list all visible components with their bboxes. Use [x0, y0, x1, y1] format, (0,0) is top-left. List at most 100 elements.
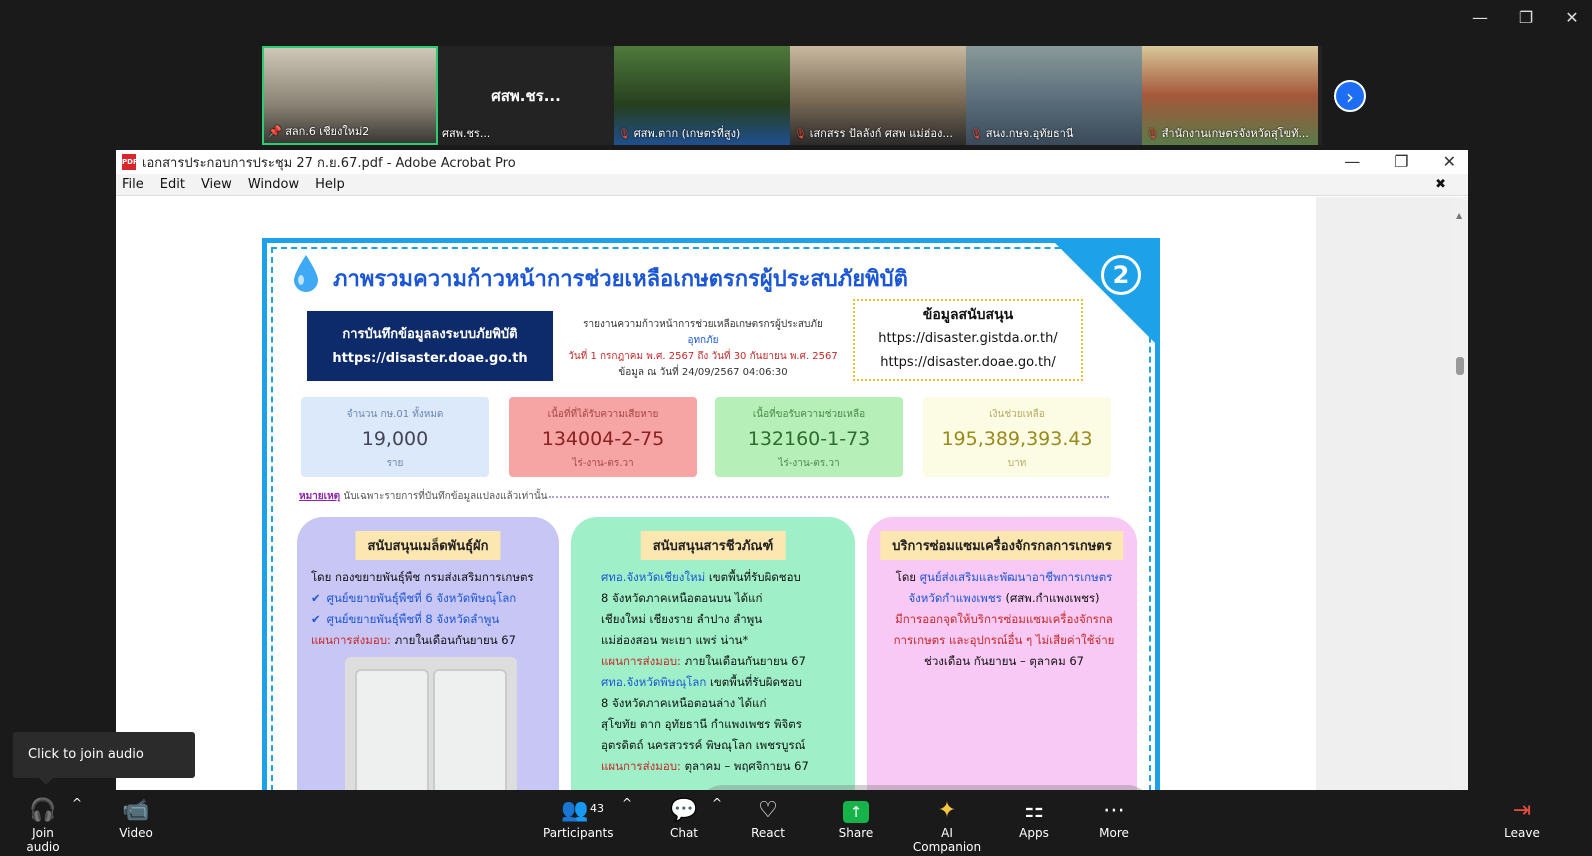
card-line: แม่ฮ่องสอน พะเยา แพร่ น่าน*	[601, 633, 749, 647]
card-line: มีการออกจุดให้บริการซ่อมแซมเครื่องจักรกล	[895, 612, 1113, 626]
support-link1[interactable]: https://disaster.gistda.or.th/	[855, 327, 1081, 351]
tile-name: 📌 สลก.6 เชียงใหม่2	[268, 125, 370, 138]
menu-edit[interactable]: Edit	[160, 177, 185, 192]
close-icon[interactable]: ✕	[1564, 8, 1580, 27]
video-tile-5[interactable]: 🎙 สนง.กษจ.อุทัยธานี	[966, 46, 1142, 145]
video-strip: 📌 สลก.6 เชียงใหม่2 ศสพ.ชร... ศสพ.ชร... 🎙…	[262, 46, 1322, 145]
card-text: โดย กองขยายพันธุ์พืช กรมส่งเสริมการเกษตร…	[311, 567, 549, 651]
note: หมายเหตุ นับเฉพาะรายการที่บันทึกข้อมูลแป…	[299, 489, 548, 504]
slide-number: 2	[1101, 255, 1141, 295]
document-viewport: 2 ภาพรวมความก้าวหน้าการช่วยเหลือเกษตรกรผ…	[116, 197, 1452, 805]
card-heading: บริการซ่อมแซมเครื่องจักรกลการเกษตร	[880, 531, 1124, 560]
menu-window[interactable]: Window	[248, 177, 299, 192]
stat-card-damaged-area: เนื้อที่ที่ได้รับความเสียหาย 134004-2-75…	[509, 397, 697, 477]
more-button[interactable]: ⋯ More	[1094, 796, 1134, 840]
join-audio-label: Join audio	[26, 826, 60, 854]
apps-button[interactable]: ⚏ Apps	[1016, 796, 1052, 840]
chat-options-caret[interactable]: ^	[712, 796, 722, 810]
restore-icon[interactable]: ❐	[1518, 8, 1534, 27]
record-box-link[interactable]: https://disaster.doae.go.th	[307, 347, 553, 371]
card-line: โดย กองขยายพันธุ์พืช กรมส่งเสริมการเกษตร	[311, 570, 534, 584]
record-box-line1: การบันทึกข้อมูลลงระบบภัยพิบัติ	[342, 327, 518, 342]
stat-unit: ราย	[386, 458, 404, 469]
minimize-icon[interactable]: —	[1472, 8, 1488, 27]
video-tile-1[interactable]: 📌 สลก.6 เชียงใหม่2	[262, 46, 438, 145]
card-line: แผนการส่งมอบ: ตุลาคม – พฤศจิกายน 67	[601, 759, 809, 773]
menu-file[interactable]: File	[122, 177, 144, 192]
card-line: สุโขทัย ตาก อุทัยธานี กำแพงเพชร พิจิตร	[601, 717, 802, 731]
chat-button[interactable]: 💬 Chat	[666, 796, 702, 840]
menu-help[interactable]: Help	[315, 177, 345, 192]
video-tile-3[interactable]: 🎙 ศสพ.ตาก (เกษตรที่สูง)	[614, 46, 790, 145]
card-bioproducts: สนับสนุนสารชีวภัณฑ์ ศทอ.จังหวัดเชียงใหม่…	[571, 517, 855, 805]
participants-options-caret[interactable]: ^	[622, 796, 632, 810]
water-drop-icon	[294, 255, 318, 292]
headphones-icon: 🎧	[29, 798, 57, 823]
close-icon[interactable]: ✕	[1443, 152, 1456, 171]
video-tile-2[interactable]: ศสพ.ชร... ศสพ.ชร...	[438, 46, 614, 145]
report-block: รายงานความก้าวหน้าการช่วยเหลือเกษตรกรผู้…	[563, 317, 843, 381]
minimize-icon[interactable]: —	[1344, 152, 1360, 171]
card-line: แผนการส่งมอบ: ภายในเดือนกันยายน 67	[601, 654, 806, 668]
scroll-up-icon[interactable]: ▲	[1456, 211, 1462, 220]
pdf-page: 2 ภาพรวมความก้าวหน้าการช่วยเหลือเกษตรกรผ…	[116, 197, 1316, 805]
card-line: ✔ ศูนย์ขยายพันธุ์พืชที่ 8 จังหวัดลำพูน	[311, 612, 500, 626]
share-button[interactable]: ↑ Share	[836, 796, 876, 840]
video-tile-4[interactable]: 🎙 เสกสรร ปัลลังก์ ศสพ แม่ฮ่อง...	[790, 46, 966, 145]
video-button[interactable]: 📹 Video	[112, 796, 160, 840]
note-label: หมายเหตุ	[299, 491, 341, 502]
card-line: จังหวัดกำแพงเพชร (ศสพ.กำแพงเพชร)	[908, 591, 1100, 605]
join-audio-tooltip: Click to join audio	[13, 732, 195, 785]
join-audio-button[interactable]: 🎧 Join audio	[14, 796, 72, 854]
restore-icon[interactable]: ❐	[1394, 152, 1408, 171]
mic-muted-icon: 🎙	[618, 129, 631, 140]
stat-card-aid-money: เงินช่วยเหลือ 195,389,393.43 บาท	[923, 397, 1111, 477]
report-line1: รายงานความก้าวหน้าการช่วยเหลือเกษตรกรผู้…	[583, 319, 823, 330]
card-machinery-repair: บริการซ่อมแซมเครื่องจักรกลการเกษตร โดย ศ…	[867, 517, 1137, 805]
tile-name: 🎙 สำนักงานเกษตรจังหวัดสุโขทั...	[1146, 127, 1309, 140]
chat-icon: 💬	[670, 798, 698, 823]
card-line: ศทอ.จังหวัดพิษณุโลก เขตพื้นที่รับผิดชอบ	[601, 675, 802, 689]
card-line: 8 จังหวัดภาคเหนือตอนบน ได้แก่	[601, 591, 763, 605]
zoom-meeting-window: — ❐ ✕ 📌 สลก.6 เชียงใหม่2 ศสพ.ชร... ศสพ.ช…	[0, 0, 1592, 856]
window-title: เอกสารประกอบการประชุม 27 ก.ย.67.pdf - Ad…	[142, 155, 516, 171]
react-button[interactable]: ♡ React	[748, 796, 788, 840]
scroll-thumb[interactable]	[1456, 357, 1464, 375]
participants-label: Participants	[543, 826, 614, 840]
acrobat-window: PDF เอกสารประกอบการประชุม 27 ก.ย.67.pdf …	[116, 150, 1468, 805]
stat-label: เนื้อที่ที่ได้รับความเสียหาย	[547, 409, 659, 420]
ai-companion-button[interactable]: ✦ AI Companion	[908, 796, 986, 854]
video-label: Video	[119, 826, 153, 840]
support-heading: ข้อมูลสนับสนุน	[922, 307, 1014, 323]
pin-icon: 📌	[268, 125, 282, 138]
heart-icon: ♡	[758, 798, 778, 823]
card-line: เชียงใหม่ เชียงราย ลำปาง ลำพูน	[601, 612, 763, 626]
vertical-scrollbar[interactable]: ▲	[1452, 197, 1468, 805]
card-line: 8 จังหวัดภาคเหนือตอนล่าง ได้แก่	[601, 696, 767, 710]
stat-card-forms: จำนวน กษ.01 ทั้งหมด 19,000 ราย	[301, 397, 489, 477]
more-icon: ⋯	[1103, 798, 1125, 823]
report-line3: วันที่ 1 กรกฎาคม พ.ศ. 2567 ถึง วันที่ 30…	[568, 351, 838, 362]
chat-label: Chat	[669, 826, 699, 840]
stat-unit: บาท	[1007, 458, 1027, 469]
check-icon: ✔	[311, 612, 321, 626]
mic-muted-icon: 🎙	[1146, 129, 1159, 140]
tile-big-label: ศสพ.ชร...	[491, 87, 561, 105]
pdf-file-icon: PDF	[122, 154, 138, 170]
card-line: แผนการส่งมอบ: ภายในเดือนกันยายน 67	[311, 633, 516, 647]
acrobat-window-controls: — ❐ ✕	[1344, 152, 1456, 171]
menu-view[interactable]: View	[201, 177, 232, 192]
leave-button[interactable]: ⇥ Leave	[1502, 796, 1542, 840]
audio-options-caret[interactable]: ^	[72, 796, 82, 810]
participants-button[interactable]: 👥 43 Participants	[543, 796, 614, 840]
chevron-right-icon[interactable]: ›	[1334, 80, 1366, 112]
video-tile-6[interactable]: 🎙 สำนักงานเกษตรจังหวัดสุโขทั...	[1142, 46, 1318, 145]
stat-card-requested-area: เนื้อที่ขอรับความช่วยเหลือ 132160-1-73 ไ…	[715, 397, 903, 477]
stat-value: 195,389,393.43	[941, 428, 1093, 450]
record-box: การบันทึกข้อมูลลงระบบภัยพิบัติ https://d…	[307, 311, 553, 381]
stat-value: 134004-2-75	[541, 428, 665, 450]
tile-name: 🎙 เสกสรร ปัลลังก์ ศสพ แม่ฮ่อง...	[794, 127, 953, 140]
stat-unit: ไร่-งาน-ตร.วา	[778, 458, 840, 469]
close-document-icon[interactable]: ✖	[1435, 177, 1446, 192]
support-link2[interactable]: https://disaster.doae.go.th/	[855, 351, 1081, 375]
